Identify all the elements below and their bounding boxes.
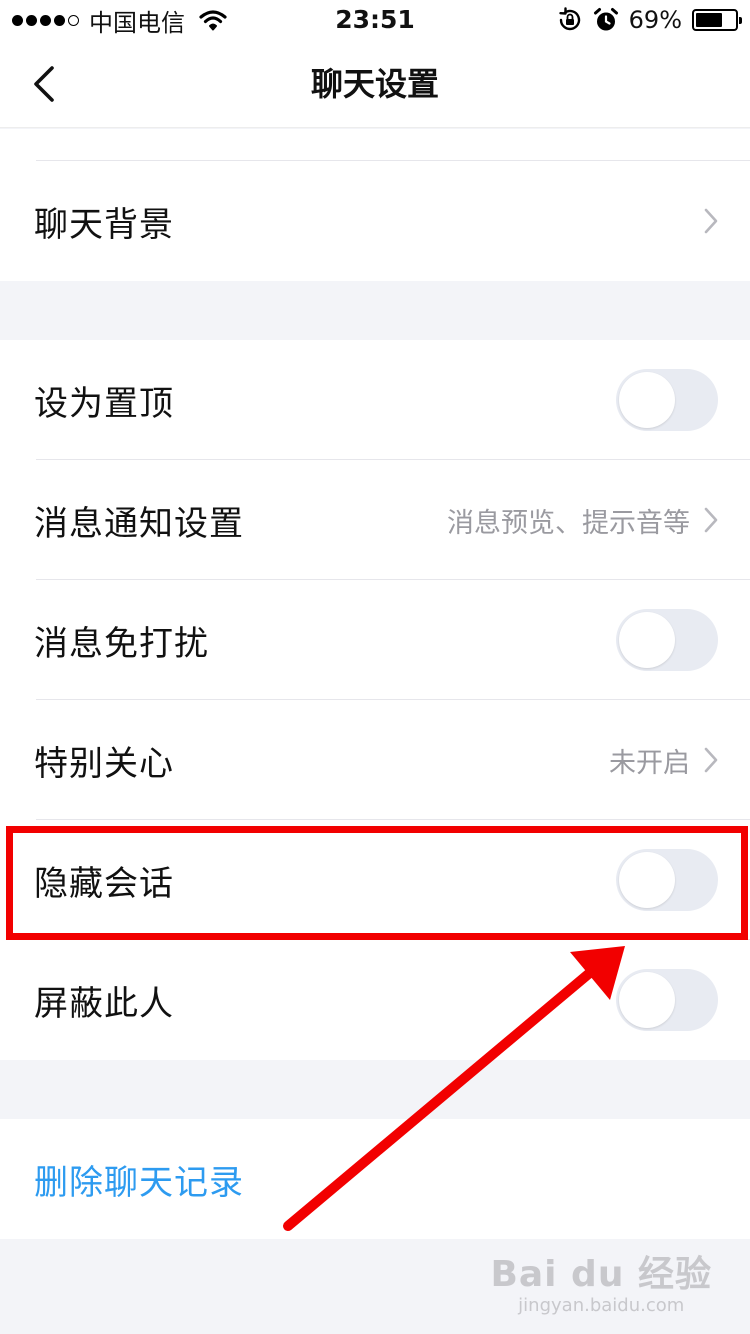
pin-to-top-toggle[interactable]: [616, 369, 718, 431]
block-user-label: 屏蔽此人: [34, 983, 174, 1024]
status-bar: 中国电信 23:51 69%: [0, 0, 750, 40]
message-notification-value: 消息预览、提示音等: [447, 507, 690, 539]
special-care-label: 特别关心: [34, 743, 174, 784]
status-bar-right: 69%: [557, 4, 742, 36]
navigation-bar: 聊天设置: [0, 40, 750, 128]
chevron-right-icon: [704, 507, 718, 533]
special-care-value: 未开启: [609, 747, 690, 779]
hide-conversation-label: 隐藏会话: [34, 863, 174, 904]
message-notification-row[interactable]: 消息通知设置 消息预览、提示音等: [0, 460, 750, 580]
chevron-right-icon: [704, 208, 718, 234]
block-user-toggle[interactable]: [616, 969, 718, 1031]
chat-background-label: 聊天背景: [34, 204, 174, 245]
back-button[interactable]: [20, 60, 68, 108]
chevron-right-icon: [704, 747, 718, 773]
baidu-jingyan-watermark: Bai du 经验 jingyan.baidu.com: [490, 1245, 712, 1316]
watermark-url: jingyan.baidu.com: [518, 1295, 685, 1316]
do-not-disturb-label: 消息免打扰: [34, 623, 209, 664]
page-title: 聊天设置: [310, 65, 439, 103]
alarm-icon: [593, 8, 618, 31]
delete-chat-history-button[interactable]: 删除聊天记录: [34, 1155, 244, 1204]
settings-group-delete: 删除聊天记录: [0, 1119, 750, 1239]
block-user-row: 屏蔽此人: [0, 940, 750, 1060]
message-notification-label: 消息通知设置: [34, 503, 244, 544]
battery-level-fill: [696, 13, 723, 27]
battery-icon: [692, 9, 742, 31]
watermark-logo: Bai du 经验: [490, 1254, 712, 1295]
hide-conversation-toggle[interactable]: [616, 849, 718, 911]
do-not-disturb-row: 消息免打扰: [0, 580, 750, 700]
delete-chat-history-row[interactable]: 删除聊天记录: [0, 1119, 750, 1239]
battery-percent: 69%: [628, 6, 682, 34]
settings-group-background: 聊天背景: [0, 129, 750, 281]
pin-to-top-label: 设为置顶: [34, 383, 174, 424]
chevron-left-icon: [34, 66, 54, 102]
hide-conversation-row: 隐藏会话: [0, 820, 750, 940]
do-not-disturb-toggle[interactable]: [616, 609, 718, 671]
special-care-row[interactable]: 特别关心 未开启: [0, 700, 750, 820]
rotation-lock-icon: [558, 7, 580, 31]
chat-background-row[interactable]: 聊天背景: [0, 161, 750, 281]
pin-to-top-row: 设为置顶: [0, 340, 750, 460]
settings-group-main: 设为置顶 消息通知设置 消息预览、提示音等 消息免打扰 特别关心 未开启 隐藏会…: [0, 340, 750, 1060]
